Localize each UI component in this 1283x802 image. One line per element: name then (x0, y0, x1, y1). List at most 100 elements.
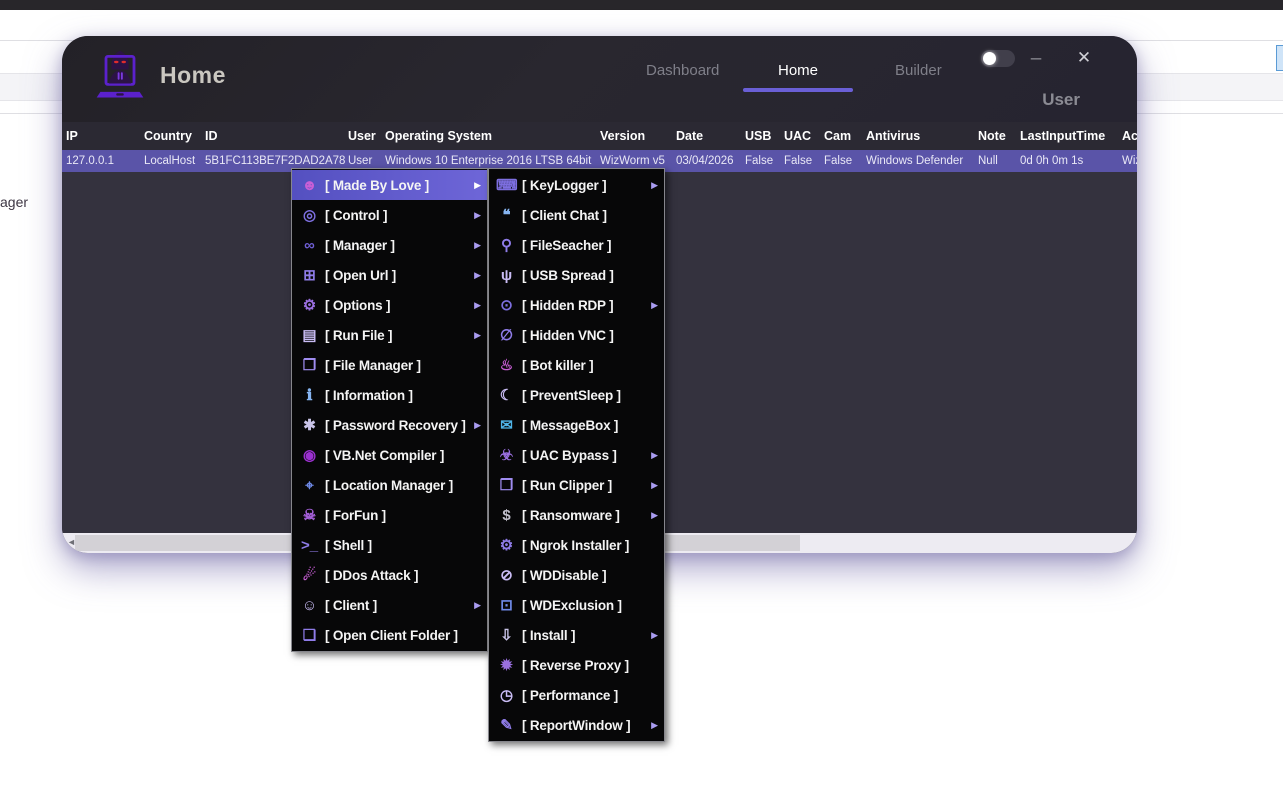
menu-item-forfun[interactable]: ☠[ ForFun ]▶ (292, 500, 487, 530)
submenu-arrow-icon: ▶ (474, 180, 481, 191)
menu-item-label: [ Open Url ] (325, 268, 474, 283)
terminal-icon: >_ (299, 538, 320, 553)
menu-item-label: [ WDDisable ] (522, 568, 651, 583)
menu-item-made-by-love[interactable]: ☻[ Made By Love ]▶ (292, 170, 487, 200)
menu-item-wdexclusion[interactable]: ⊡[ WDExclusion ]▶ (489, 590, 664, 620)
column-header-operating-system[interactable]: Operating System (385, 129, 600, 143)
menu-item-file-manager[interactable]: ❐[ File Manager ]▶ (292, 350, 487, 380)
menu-item-reportwindow[interactable]: ✎[ ReportWindow ]▶ (489, 710, 664, 740)
minimize-button[interactable]: – (1024, 48, 1048, 70)
menu-item-label: [ Client Chat ] (522, 208, 651, 223)
column-header-act[interactable]: Act (1122, 129, 1137, 143)
menu-item-hidden-rdp[interactable]: ⊙[ Hidden RDP ]▶ (489, 290, 664, 320)
cell-id: 5B1FC113BE7F2DAD2A78 (205, 155, 348, 167)
menu-item-wddisable[interactable]: ⊘[ WDDisable ]▶ (489, 560, 664, 590)
menu-item-client-chat[interactable]: ❝[ Client Chat ]▶ (489, 200, 664, 230)
column-header-date[interactable]: Date (676, 129, 745, 143)
menu-item-label: [ Performance ] (522, 688, 651, 703)
menu-item-label: [ Run File ] (325, 328, 474, 343)
gear-download-icon: ⚙ (496, 538, 517, 553)
menu-item-ddos-attack[interactable]: ☄[ DDos Attack ]▶ (292, 560, 487, 590)
open-folder-icon: ❏ (299, 628, 320, 643)
menu-item-hidden-vnc[interactable]: ∅[ Hidden VNC ]▶ (489, 320, 664, 350)
menu-item-label: [ Ransomware ] (522, 508, 651, 523)
menu-item-messagebox[interactable]: ✉[ MessageBox ]▶ (489, 410, 664, 440)
close-button[interactable]: ✕ (1072, 48, 1096, 68)
menu-item-client[interactable]: ☺[ Client ]▶ (292, 590, 487, 620)
background-partial-text: ager (0, 194, 28, 210)
menu-item-location-manager[interactable]: ⌖[ Location Manager ]▶ (292, 470, 487, 500)
column-header-version[interactable]: Version (600, 129, 676, 143)
menu-item-label: [ Ngrok Installer ] (522, 538, 651, 553)
mask-icon: ∞ (299, 238, 320, 253)
menu-item-keylogger[interactable]: ⌨[ KeyLogger ]▶ (489, 170, 664, 200)
menu-item-label: [ Client ] (325, 598, 474, 613)
column-header-country[interactable]: Country (144, 129, 205, 143)
menu-item-fileseacher[interactable]: ⚲[ FileSeacher ]▶ (489, 230, 664, 260)
menu-item-uac-bypass[interactable]: ☣[ UAC Bypass ]▶ (489, 440, 664, 470)
menu-item-bot-killer[interactable]: ♨[ Bot killer ]▶ (489, 350, 664, 380)
menu-item-reverse-proxy[interactable]: ✹[ Reverse Proxy ]▶ (489, 650, 664, 680)
menu-item-ngrok-installer[interactable]: ⚙[ Ngrok Installer ]▶ (489, 530, 664, 560)
submenu-arrow-icon: ▶ (651, 300, 658, 311)
column-header-user[interactable]: User (348, 129, 385, 143)
info-icon: ℹ (299, 388, 320, 403)
column-header-antivirus[interactable]: Antivirus (866, 129, 978, 143)
cell-antivirus: Windows Defender (866, 155, 978, 167)
menu-item-performance[interactable]: ◷[ Performance ]▶ (489, 680, 664, 710)
menu-item-label: [ ForFun ] (325, 508, 474, 523)
cell-ip: 127.0.0.1 (66, 155, 144, 167)
column-header-uac[interactable]: UAC (784, 129, 824, 143)
menu-item-label: [ File Manager ] (325, 358, 474, 373)
menu-item-usb-spread[interactable]: ψ[ USB Spread ]▶ (489, 260, 664, 290)
cell-act: Wiz (1122, 155, 1137, 167)
usb-icon: ψ (496, 268, 517, 283)
tab-home[interactable]: Home (743, 62, 853, 80)
column-header-note[interactable]: Note (978, 129, 1020, 143)
menu-item-options[interactable]: ⚙[ Options ]▶ (292, 290, 487, 320)
cell-note: Null (978, 155, 1020, 167)
column-header-lastinputtime[interactable]: LastInputTime (1020, 129, 1122, 143)
menu-item-label: [ Install ] (522, 628, 651, 643)
file-run-icon: ▤ (299, 328, 320, 343)
theme-toggle[interactable] (981, 50, 1015, 67)
location-icon: ⌖ (299, 478, 320, 493)
cell-uac: False (784, 155, 824, 167)
folder-icon: ❐ (299, 358, 320, 373)
toggle-knob-icon (983, 52, 996, 65)
table-header: IPCountryIDUserOperating SystemVersionDa… (62, 122, 1137, 150)
eye-control-icon: ◎ (299, 208, 320, 223)
menu-item-label: [ VB.Net Compiler ] (325, 448, 474, 463)
hacker-laptop-logo-icon (92, 48, 148, 104)
menu-item-open-client-folder[interactable]: ❏[ Open Client Folder ]▶ (292, 620, 487, 650)
menu-item-shell[interactable]: >_[ Shell ]▶ (292, 530, 487, 560)
proxy-flame-icon: ✹ (496, 658, 517, 673)
chat-icon: ❝ (496, 208, 517, 223)
tab-builder[interactable]: Builder (895, 62, 942, 79)
menu-item-label: [ Hidden VNC ] (522, 328, 651, 343)
menu-item-vb-net-compiler[interactable]: ◉[ VB.Net Compiler ]▶ (292, 440, 487, 470)
column-header-id[interactable]: ID (205, 129, 348, 143)
column-header-usb[interactable]: USB (745, 129, 784, 143)
money-bag-icon: $ (496, 508, 517, 523)
menu-item-information[interactable]: ℹ[ Information ]▶ (292, 380, 487, 410)
menu-item-ransomware[interactable]: $[ Ransomware ]▶ (489, 500, 664, 530)
submenu-arrow-icon: ▶ (474, 420, 481, 431)
menu-item-preventsleep[interactable]: ☾[ PreventSleep ]▶ (489, 380, 664, 410)
column-header-ip[interactable]: IP (66, 129, 144, 143)
menu-item-label: [ WDExclusion ] (522, 598, 651, 613)
bomb-icon: ☄ (299, 568, 320, 583)
menu-item-password-recovery[interactable]: ✱[ Password Recovery ]▶ (292, 410, 487, 440)
dotnet-icon: ◉ (299, 448, 320, 463)
menu-item-open-url[interactable]: ⊞[ Open Url ]▶ (292, 260, 487, 290)
menu-item-run-clipper[interactable]: ❒[ Run Clipper ]▶ (489, 470, 664, 500)
menu-item-manager[interactable]: ∞[ Manager ]▶ (292, 230, 487, 260)
tab-dashboard[interactable]: Dashboard (646, 62, 719, 79)
column-header-cam[interactable]: Cam (824, 129, 866, 143)
submenu-arrow-icon: ▶ (651, 720, 658, 731)
menu-item-run-file[interactable]: ▤[ Run File ]▶ (292, 320, 487, 350)
search-window-icon: ⚲ (496, 238, 517, 253)
menu-item-control[interactable]: ◎[ Control ]▶ (292, 200, 487, 230)
menu-item-label: [ FileSeacher ] (522, 238, 651, 253)
menu-item-install[interactable]: ⇩[ Install ]▶ (489, 620, 664, 650)
